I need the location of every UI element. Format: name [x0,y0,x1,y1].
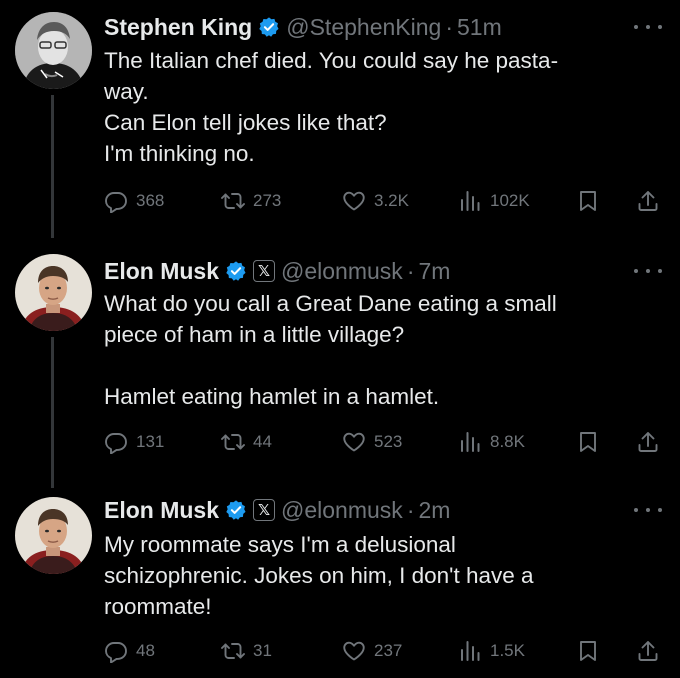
avatar-image [15,12,92,89]
repost-button[interactable]: 44 [221,427,272,457]
reply-button[interactable]: 48 [104,636,155,666]
reply-button[interactable]: 368 [104,186,164,216]
share-button[interactable] [636,636,660,666]
verified-badge-icon [225,260,247,282]
tweet-line: What do you call a Great Dane eating a s… [104,291,557,316]
share-icon [636,189,660,213]
tweet-line: The Italian chef died. You could say he … [104,48,559,73]
author-name[interactable]: Stephen King [104,14,252,41]
views-icon [458,639,482,663]
like-button[interactable]: 523 [342,427,402,457]
repost-icon [221,430,245,454]
tweet-header: Stephen King @StephenKing · 51m [104,12,502,42]
like-count: 523 [374,432,403,451]
repost-count: 44 [253,432,272,451]
timestamp[interactable]: 51m [457,14,502,41]
share-button[interactable] [636,427,660,457]
timestamp[interactable]: 2m [418,497,450,524]
separator: · [445,13,453,40]
tweet-elon-musk-1[interactable]: Elon Musk 𝕏 @elonmusk · 7m What do you c… [0,244,680,488]
like-icon [342,639,366,663]
share-button[interactable] [636,186,660,216]
like-button[interactable]: 237 [342,636,402,666]
repost-icon [221,639,245,663]
tweet-line: My roommate says I'm a delusional [104,532,456,557]
more-icon[interactable] [634,261,662,281]
author-handle[interactable]: @elonmusk [281,258,403,285]
verified-badge-icon [225,499,247,521]
repost-icon [221,189,245,213]
bookmark-icon [576,639,600,663]
tweet-elon-musk-2[interactable]: Elon Musk 𝕏 @elonmusk · 2m My roommate s… [0,485,680,678]
tweet-line: I'm thinking no. [104,141,255,166]
action-bar: 368 273 3.2K 102K [104,186,666,216]
bookmark-icon [576,430,600,454]
tweet-line: Can Elon tell jokes like that? [104,110,387,135]
tweet-stephen-king[interactable]: Stephen King @StephenKing · 51m The Ital… [0,0,680,238]
reply-count: 48 [136,641,155,660]
share-icon [636,430,660,454]
views-count: 102K [490,191,530,210]
x-affiliation-badge-icon: 𝕏 [253,499,276,521]
reply-count: 368 [136,191,165,210]
verified-badge-icon [258,16,280,38]
separator: · [406,257,415,284]
tweet-line: Hamlet eating hamlet in a hamlet. [104,384,440,409]
avatar-elon-musk[interactable] [15,254,92,331]
reply-button[interactable]: 131 [104,427,164,457]
avatar-image [15,254,92,331]
reply-icon [104,639,128,663]
action-bar: 48 31 237 1.5K [104,636,666,666]
like-count: 3.2K [374,191,409,210]
repost-button[interactable]: 273 [221,186,281,216]
reply-icon [104,189,128,213]
reply-icon [104,430,128,454]
author-handle[interactable]: @StephenKing [286,14,441,41]
views-button[interactable]: 8.8K [458,427,525,457]
like-icon [342,430,366,454]
views-button[interactable]: 1.5K [458,636,525,666]
timestamp[interactable]: 7m [418,258,450,285]
tweet-text: The Italian chef died. You could say he … [104,45,664,169]
views-icon [458,430,482,454]
bookmark-button[interactable] [576,186,600,216]
thread-line [51,337,54,488]
action-bar: 131 44 523 8.8K [104,427,666,457]
more-icon[interactable] [634,17,662,37]
author-name[interactable]: Elon Musk [104,258,219,285]
avatar-image [15,497,92,574]
tweet-text: My roommate says I'm a delusional schizo… [104,529,664,622]
views-button[interactable]: 102K [458,186,530,216]
bookmark-button[interactable] [576,427,600,457]
reply-count: 131 [136,432,165,451]
thread-line [51,95,54,238]
repost-count: 273 [253,191,282,210]
separator: · [406,496,415,523]
tweet-header: Elon Musk 𝕏 @elonmusk · 7m [104,256,450,286]
avatar-elon-musk[interactable] [15,497,92,574]
share-icon [636,639,660,663]
tweet-line: schizophrenic. Jokes on him, I don't hav… [104,563,534,588]
tweet-header: Elon Musk 𝕏 @elonmusk · 2m [104,495,450,525]
bookmark-button[interactable] [576,636,600,666]
author-handle[interactable]: @elonmusk [281,497,403,524]
repost-count: 31 [253,641,272,660]
views-icon [458,189,482,213]
views-count: 1.5K [490,641,525,660]
avatar-stephen-king[interactable] [15,12,92,89]
more-icon[interactable] [634,500,662,520]
author-name[interactable]: Elon Musk [104,497,219,524]
x-affiliation-badge-icon: 𝕏 [253,260,276,282]
like-button[interactable]: 3.2K [342,186,409,216]
tweet-line: piece of ham in a little village? [104,322,405,347]
bookmark-icon [576,189,600,213]
repost-button[interactable]: 31 [221,636,272,666]
tweet-line: way. [104,79,149,104]
like-count: 237 [374,641,403,660]
tweet-line: roommate! [104,594,212,619]
tweet-text: What do you call a Great Dane eating a s… [104,288,664,412]
views-count: 8.8K [490,432,525,451]
like-icon [342,189,366,213]
tweet-line [104,350,664,381]
